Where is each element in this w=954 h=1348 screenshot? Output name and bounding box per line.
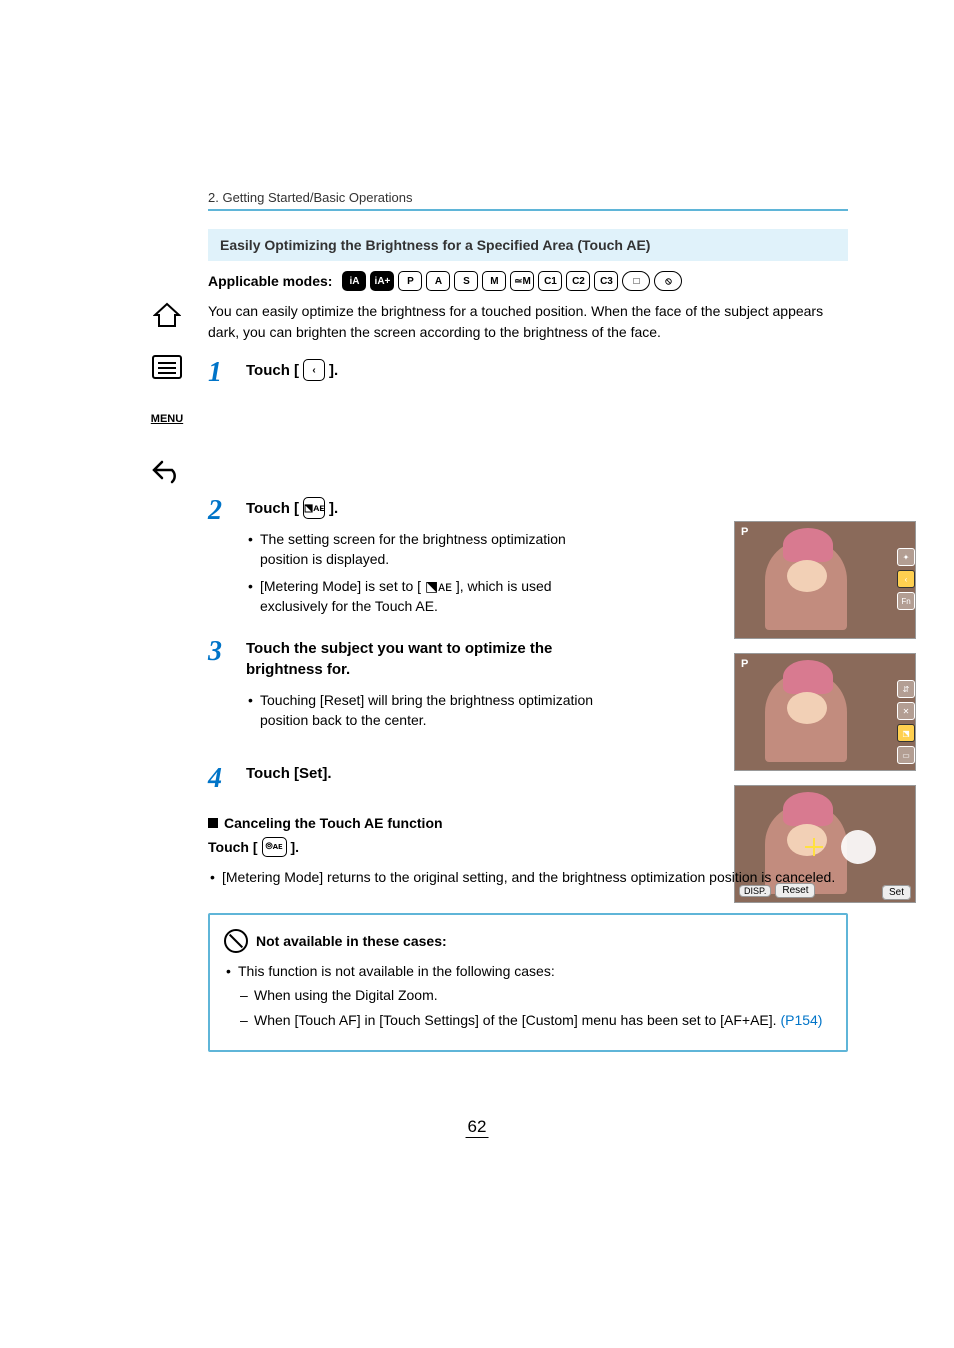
intro-text: You can easily optimize the brightness f… xyxy=(208,301,848,343)
sidebar: MENU xyxy=(142,300,192,486)
mode-icon: □ xyxy=(622,271,650,291)
mode-icon: S xyxy=(454,271,478,291)
overlay-icon[interactable]: ⇵ xyxy=(897,680,915,698)
step-text: Touch [ xyxy=(246,500,299,517)
square-bullet-icon xyxy=(208,818,218,828)
cancel-ae-icon: ⦾ᴀᴇ xyxy=(262,837,287,857)
mode-icon: ⦸ xyxy=(654,271,682,291)
mode-icon: M xyxy=(482,271,506,291)
mode-icon: P xyxy=(398,271,422,291)
fn-button[interactable]: Fn xyxy=(897,592,915,610)
touch-tab-icon[interactable]: ‹ xyxy=(897,570,915,588)
note-box: Not available in these cases: This funct… xyxy=(208,913,848,1052)
example-photo-2: P ⇵ ✕ ⬔ ▭ xyxy=(734,653,916,771)
breadcrumb: 2. Getting Started/Basic Operations xyxy=(208,190,848,211)
mode-icon: iA xyxy=(342,271,366,291)
section-title: Easily Optimizing the Brightness for a S… xyxy=(208,229,848,261)
note-heading: Not available in these cases: xyxy=(256,933,447,949)
overlay-icon[interactable]: ✦ xyxy=(897,548,915,566)
step-text: Touch [ xyxy=(246,362,299,379)
mode-icon: C3 xyxy=(594,271,618,291)
bullet: Touching [Reset] will bring the brightne… xyxy=(246,690,606,731)
menu-icon[interactable]: MENU xyxy=(149,404,185,434)
step-number: 4 xyxy=(208,765,232,793)
contents-icon[interactable] xyxy=(149,352,185,382)
note-intro: This function is not available in the fo… xyxy=(224,961,832,1030)
example-photo-1: P ✦ ‹ Fn xyxy=(734,521,916,639)
back-icon[interactable] xyxy=(149,456,185,486)
mode-badge: P xyxy=(741,526,748,538)
step-text: ]. xyxy=(329,500,338,517)
step-1: 1 Touch [ ‹ ]. xyxy=(208,359,848,387)
touch-ae-icon: ⬔ᴀᴇ xyxy=(303,497,325,519)
step-number: 2 xyxy=(208,497,232,525)
page-link[interactable]: (P154) xyxy=(780,1012,822,1028)
target-cross-icon xyxy=(805,838,823,856)
set-button[interactable]: Set xyxy=(882,885,911,900)
note-item: When using the Digital Zoom. xyxy=(238,985,832,1005)
step-number: 1 xyxy=(208,359,232,387)
overlay-icon[interactable]: ▭ xyxy=(897,746,915,764)
step-text: Touch the subject you want to optimize t… xyxy=(246,638,606,680)
step-text: ]. xyxy=(329,362,338,379)
touch-tab-icon: ‹ xyxy=(303,359,325,381)
touch-ae-icon[interactable]: ⬔ xyxy=(897,724,915,742)
bullet: [Metering Mode] is set to [ ⬔ᴀᴇ ], which… xyxy=(246,576,606,617)
mode-icon: ≃M xyxy=(510,271,534,291)
bullet: The setting screen for the brightness op… xyxy=(246,529,606,570)
step-number: 3 xyxy=(208,638,232,666)
page-number[interactable]: 62 xyxy=(466,1117,489,1138)
bullet: [Metering Mode] returns to the original … xyxy=(208,867,848,887)
home-icon[interactable] xyxy=(149,300,185,330)
mode-icon: iA+ xyxy=(370,271,394,291)
mode-icon: C2 xyxy=(566,271,590,291)
modes-label: Applicable modes: xyxy=(208,273,332,289)
mode-badge: P xyxy=(741,658,748,670)
overlay-icon[interactable]: ✕ xyxy=(897,702,915,720)
mode-icon: A xyxy=(426,271,450,291)
mode-icon: C1 xyxy=(538,271,562,291)
applicable-modes: Applicable modes: iA iA+ P A S M ≃M C1 C… xyxy=(208,271,848,291)
not-available-icon xyxy=(224,929,248,953)
note-item: When [Touch AF] in [Touch Settings] of t… xyxy=(238,1010,832,1030)
